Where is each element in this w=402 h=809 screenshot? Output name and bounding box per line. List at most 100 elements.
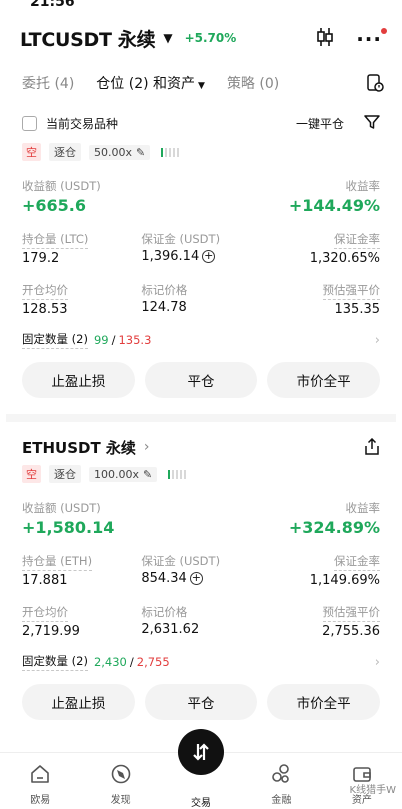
add-margin-icon[interactable]: +: [202, 250, 216, 263]
size-value: 179.2: [22, 251, 60, 266]
fixed-tp-value: 99: [93, 333, 109, 347]
fixed-separator: /: [129, 655, 134, 669]
nav-discover[interactable]: 发现: [80, 753, 160, 809]
market-close-all-button[interactable]: 市价全平: [267, 684, 381, 720]
fixed-quantity-label: 固定数量 (2): [22, 331, 88, 349]
position-details: 持仓量 (LTC) 179.2 保证金 (USDT) 1,396.14 + 保证金率 1…: [22, 228, 380, 317]
chevron-down-icon[interactable]: ▼: [163, 31, 172, 45]
section-divider: [6, 414, 396, 422]
nav-trade-label: 交易: [191, 798, 212, 809]
pnl-label: 收益额 (USDT): [22, 501, 101, 515]
margin-ratio-value: 1,320.65%: [309, 251, 380, 266]
pnl-value: +1,580.14: [22, 518, 115, 537]
edit-icon[interactable]: ✎: [143, 468, 152, 481]
mark-price-label: 标记价格: [141, 605, 188, 619]
mark-price-value: 2,631.62: [141, 622, 200, 637]
close-position-button[interactable]: 平仓: [144, 362, 258, 398]
finance-icon: [270, 763, 292, 788]
mark-price-label: 标记价格: [141, 283, 188, 297]
tab-positions-assets[interactable]: 仓位 (2) 和资产 ▼: [96, 73, 205, 93]
home-icon: [29, 763, 51, 788]
margin-label: 保证金 (USDT): [141, 232, 221, 246]
entry-price-label: 开仓均价: [22, 604, 68, 622]
discover-icon: [110, 763, 132, 788]
pnl-row: 收益额 (USDT) +665.6 收益率 +144.49%: [22, 178, 380, 215]
close-all-button[interactable]: 一键平仓: [296, 115, 344, 132]
risk-level-bars: [161, 147, 180, 157]
liq-price-label: 预估强平价: [322, 282, 380, 300]
tpsl-button[interactable]: 止盈止损: [22, 684, 135, 720]
position-tags: 空 逐仓 50.00x ✎: [22, 142, 380, 162]
position-title-row[interactable]: ETHUSDT 永续 ›: [22, 430, 380, 464]
roi-label: 收益率: [345, 179, 381, 193]
share-icon[interactable]: [364, 437, 380, 460]
more-menu-icon[interactable]: ···: [356, 28, 387, 49]
pnl-label: 收益额 (USDT): [22, 179, 101, 193]
fixed-quantity-row[interactable]: 固定数量 (2) 2,430 / 2,755 ›: [22, 653, 380, 671]
positions-panel: 当前交易品种 一键平仓 空 逐仓 50.00x ✎ 收益额 (USDT) +665…: [6, 104, 396, 752]
market-close-all-button[interactable]: 市价全平: [267, 362, 381, 398]
tab-orders[interactable]: 委托 (4): [22, 73, 74, 93]
leverage-value: 100.00x: [94, 467, 139, 481]
margin-label: 保证金 (USDT): [141, 554, 221, 568]
fixed-separator: /: [111, 333, 116, 347]
filter-icon[interactable]: [364, 114, 380, 133]
margin-value: 1,396.14: [141, 249, 200, 264]
fixed-sl-value: 2,755: [136, 655, 170, 669]
pnl-row: 收益额 (USDT) +1,580.14 收益率 +324.89%: [22, 500, 380, 537]
nav-home[interactable]: 欧易: [0, 753, 80, 809]
fixed-quantity-row[interactable]: 固定数量 (2) 99 / 135.3 ›: [22, 331, 380, 349]
add-margin-icon[interactable]: +: [189, 572, 203, 585]
leverage-value: 50.00x: [94, 145, 133, 159]
position-actions: 止盈止损 平仓 市价全平: [22, 362, 381, 398]
margin-mode-tag: 逐仓: [49, 465, 81, 483]
nav-trade[interactable]: 交易: [161, 729, 241, 809]
margin-ratio-value: 1,149.69%: [309, 573, 380, 588]
watermark: K线猎手W: [349, 785, 396, 796]
side-tag: 空: [22, 465, 41, 483]
tab-strategies[interactable]: 策略 (0): [227, 73, 279, 93]
edit-icon[interactable]: ✎: [136, 146, 145, 159]
leverage-tag[interactable]: 50.00x ✎: [89, 144, 151, 160]
trade-icon[interactable]: [178, 729, 225, 775]
risk-level-bars: [168, 469, 187, 479]
liq-price-label: 预估强平价: [322, 604, 380, 622]
fixed-sl-value: 135.3: [118, 333, 152, 347]
checkbox-label: 当前交易品种: [46, 116, 119, 131]
position-details: 持仓量 (ETH) 17.881 保证金 (USDT) 854.34 + 保证金率 1,…: [22, 550, 380, 639]
chevron-right-icon[interactable]: ›: [144, 439, 150, 455]
tab-positions-label: 仓位 (2) 和资产: [96, 76, 196, 92]
current-symbol-checkbox[interactable]: [22, 115, 37, 131]
size-label: 持仓量 (LTC): [22, 231, 89, 249]
position-title[interactable]: ETHUSDT 永续: [22, 437, 136, 458]
position-actions: 止盈止损 平仓 市价全平: [22, 684, 381, 720]
symbol-title[interactable]: LTCUSDT 永续: [20, 25, 156, 52]
leverage-tag[interactable]: 100.00x ✎: [89, 466, 158, 482]
history-icon[interactable]: [366, 74, 384, 96]
close-position-button[interactable]: 平仓: [144, 684, 258, 720]
pnl-value: +665.6: [22, 196, 87, 215]
candlestick-chart-icon[interactable]: [316, 27, 334, 51]
fixed-quantity-label: 固定数量 (2): [22, 653, 88, 671]
roi-value: +144.49%: [288, 196, 380, 215]
fixed-tp-value: 2,430: [93, 655, 127, 669]
position-card-ltc: 空 逐仓 50.00x ✎ 收益额 (USDT) +665.6 收益率 +144.…: [6, 142, 396, 422]
side-tag: 空: [22, 143, 41, 161]
header: LTCUSDT 永续 ▼ +5.70% ···: [0, 12, 402, 64]
entry-price-label: 开仓均价: [22, 282, 68, 300]
chevron-right-icon[interactable]: ›: [375, 655, 380, 670]
margin-value: 854.34: [141, 571, 187, 586]
margin-mode-tag: 逐仓: [49, 143, 81, 161]
bottom-nav: 欧易 发现 交易 金融 资产 K线猎手W: [0, 729, 402, 809]
nav-finance-label: 金融: [271, 795, 292, 806]
chevron-right-icon[interactable]: ›: [375, 333, 380, 348]
nav-finance[interactable]: 金融: [241, 753, 321, 809]
liq-price-value: 2,755.36: [322, 624, 380, 639]
mark-price-value: 124.78: [141, 300, 187, 315]
tpsl-button[interactable]: 止盈止损: [22, 362, 135, 398]
status-time: 21:56: [30, 0, 75, 10]
status-bar: 21:56: [0, 0, 402, 12]
tab-bar: 委托 (4) 仓位 (2) 和资产 ▼ 策略 (0): [0, 64, 402, 102]
roi-label: 收益率: [345, 501, 381, 515]
caret-down-icon: ▼: [198, 81, 205, 91]
